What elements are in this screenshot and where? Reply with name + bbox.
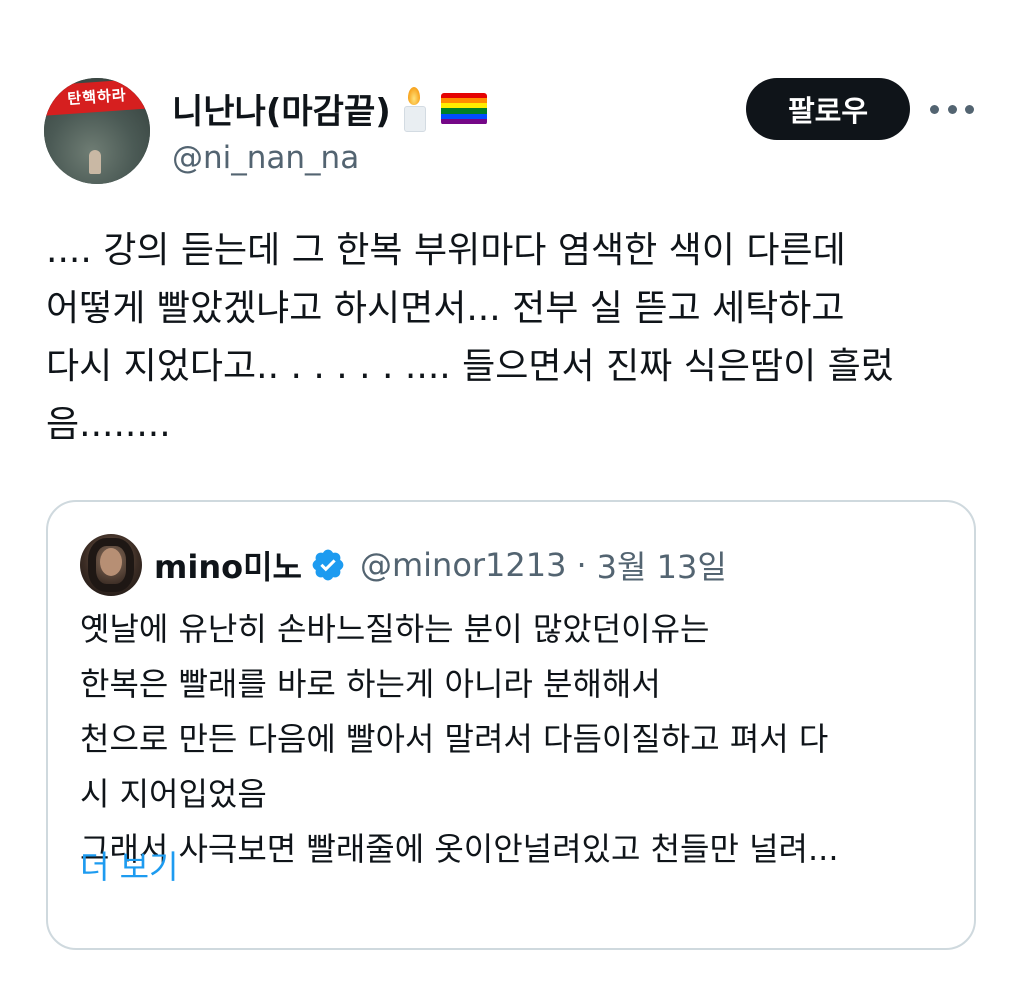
quote-author-handle[interactable]: @minor1213 bbox=[360, 546, 567, 584]
author-handle[interactable]: @ni_nan_na bbox=[172, 140, 359, 176]
quote-date[interactable]: 3월 13일 bbox=[597, 542, 727, 588]
rainbow-flag-icon bbox=[440, 92, 487, 125]
avatar-figure bbox=[89, 150, 101, 174]
tweet-text: .... 강의 듣는데 그 한복 부위마다 염색한 색이 다른데 어떻게 빨았겠… bbox=[46, 230, 894, 445]
show-more-link[interactable]: 더 보기 bbox=[80, 840, 179, 895]
quote-author-avatar[interactable] bbox=[80, 534, 142, 596]
author-avatar[interactable]: 탄핵하라 bbox=[44, 78, 150, 184]
quote-tweet-card[interactable]: mino미노 @minor1213 · 3월 13일 옛날에 유난히 손바느질하… bbox=[46, 500, 976, 950]
follow-button[interactable]: 팔로우 bbox=[746, 78, 910, 140]
quote-separator: · bbox=[576, 546, 587, 584]
author-name-row[interactable]: 니난나(마감끝) bbox=[172, 84, 487, 133]
verified-badge-icon bbox=[312, 549, 344, 581]
quote-author-name[interactable]: mino미노 bbox=[154, 542, 302, 588]
quote-header: mino미노 @minor1213 · 3월 13일 bbox=[154, 542, 727, 588]
quote-text: 옛날에 유난히 손바느질하는 분이 많았던이유는 한복은 빨래를 바로 하는게 … bbox=[80, 610, 839, 868]
author-display-name[interactable]: 니난나(마감끝) bbox=[172, 84, 391, 133]
more-icon[interactable] bbox=[930, 94, 974, 124]
candle-icon bbox=[401, 86, 427, 132]
